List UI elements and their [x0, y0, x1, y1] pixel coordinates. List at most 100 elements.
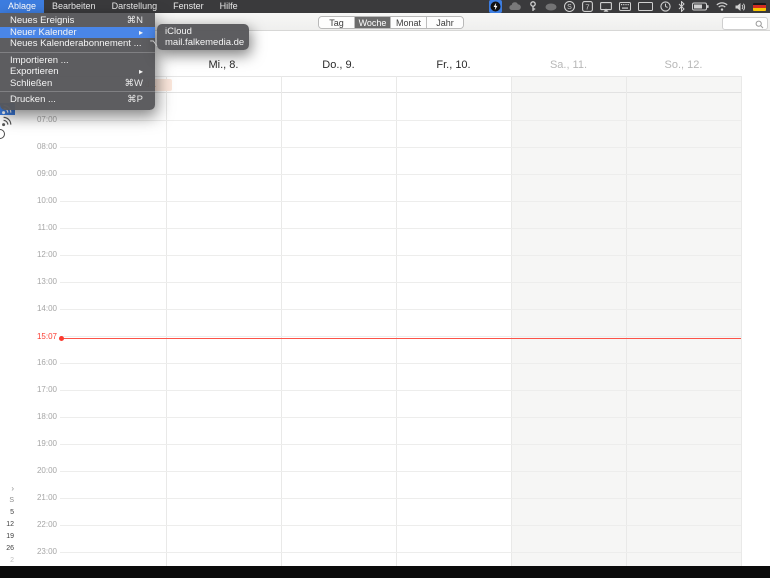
mini-calendar-next-icon[interactable]: › [0, 483, 14, 495]
submenu-item-icloud[interactable]: iCloud [157, 26, 249, 37]
mini-calendar-date[interactable]: 12 [0, 519, 14, 531]
hour-line [60, 282, 741, 283]
submenu-item-falkemedia[interactable]: mail.falkemedia.de [157, 37, 249, 48]
weekend-shading-saturday [511, 77, 626, 566]
time-label: 17:00 [36, 385, 57, 394]
calendar-app-screen: 07:00 08:00 09:00 10:00 11:00 12:00 13:00 14:00… [0, 0, 770, 578]
hour-line [60, 120, 741, 121]
flash-circle-icon[interactable] [489, 0, 502, 13]
day-header-thursday[interactable]: Do., 9. [281, 58, 396, 72]
column-border [626, 76, 627, 566]
menubar-item-hilfe[interactable]: Hilfe [212, 0, 246, 13]
time-label: 13:00 [36, 277, 57, 286]
menu-item-exportieren[interactable]: Exportieren ▸ [0, 66, 155, 78]
view-switcher: Tag Woche Monat Jahr [318, 16, 464, 29]
day-header-sunday[interactable]: So., 12. [626, 58, 741, 72]
menubar-item-darstellung[interactable]: Darstellung [104, 0, 166, 13]
current-time-label: 15:07 [36, 332, 57, 341]
time-label: 18:00 [36, 412, 57, 421]
column-border [166, 76, 167, 566]
time-label: 20:00 [36, 466, 57, 475]
hour-line [60, 498, 741, 499]
time-label: 09:00 [36, 169, 57, 178]
hour-line [60, 174, 741, 175]
bluetooth-icon[interactable] [678, 1, 685, 12]
hour-line [60, 525, 741, 526]
menu-item-drucken[interactable]: Drucken ... ⌘P [0, 94, 155, 106]
submenu-arrow-icon: ▸ [138, 27, 143, 37]
tab-week[interactable]: Woche [355, 17, 391, 28]
shortcut-label: ⌘N [126, 15, 143, 26]
menu-separator [0, 91, 155, 92]
hour-line [60, 390, 741, 391]
input-box-icon[interactable] [638, 2, 653, 11]
menubar-item-ablage[interactable]: Ablage [0, 0, 45, 13]
hour-line [60, 309, 741, 310]
menubar-item-fenster[interactable]: Fenster [165, 0, 212, 13]
bottom-screen-strip [0, 566, 770, 578]
time-label: 11:00 [37, 223, 57, 232]
shortcut-label: ⌘P [127, 94, 143, 105]
tab-day[interactable]: Tag [319, 17, 355, 28]
tab-year[interactable]: Jahr [427, 17, 463, 28]
menubar-status-area: S 7 [489, 0, 766, 13]
menu-item-neuer-kalender[interactable]: Neuer Kalender ▸ [0, 26, 155, 38]
current-time-line [60, 338, 741, 339]
time-label: 08:00 [36, 142, 57, 151]
mini-calendar-date[interactable]: 19 [0, 531, 14, 543]
hour-line [60, 201, 741, 202]
sidebar-calendar-item[interactable] [0, 115, 15, 127]
hour-line [60, 552, 741, 553]
mini-calendar-date[interactable]: S [0, 495, 14, 507]
oval-icon[interactable] [545, 3, 557, 11]
shortcut-label: ⌘W [124, 77, 143, 89]
mini-calendar-date[interactable]: 26 [0, 543, 14, 555]
menubar-item-bearbeiten[interactable]: Bearbeiten [44, 0, 104, 13]
volume-icon[interactable] [735, 2, 746, 12]
skype-icon[interactable]: S [564, 1, 575, 12]
hour-line [60, 255, 741, 256]
current-time-dot [59, 336, 64, 341]
hour-line [60, 147, 741, 148]
battery-icon[interactable] [692, 2, 709, 11]
wifi-icon[interactable] [716, 2, 728, 11]
hour-line [60, 228, 741, 229]
tab-month[interactable]: Monat [391, 17, 427, 28]
column-border [396, 76, 397, 566]
day-header-friday[interactable]: Fr., 10. [396, 58, 511, 72]
cloud-icon[interactable] [509, 2, 521, 11]
hour-line [60, 417, 741, 418]
system-menubar: Ablage Bearbeiten Darstellung Fenster Hi… [0, 0, 770, 13]
menu-item-schliessen[interactable]: Schließen ⌘W [0, 78, 155, 90]
mini-calendar-column: › S512192629 [0, 483, 14, 578]
svg-text:S: S [567, 4, 572, 11]
key-icon[interactable] [528, 1, 538, 12]
weekend-shading-sunday [626, 77, 741, 566]
search-input[interactable] [722, 17, 768, 30]
column-border [741, 76, 742, 566]
airplay-display-icon[interactable] [600, 1, 612, 12]
column-border [281, 76, 282, 566]
hour-line [60, 363, 741, 364]
time-label: 19:00 [36, 439, 57, 448]
mini-calendar-date[interactable]: 5 [0, 507, 14, 519]
time-label: 10:00 [36, 196, 57, 205]
day-header-wednesday[interactable]: Mi., 8. [166, 58, 281, 72]
submenu-arrow-icon: ▸ [138, 67, 143, 76]
ablage-dropdown-menu: Neues Ereignis ⌘N Neuer Kalender ▸ Neues… [0, 13, 176, 110]
menu-item-neues-ereignis[interactable]: Neues Ereignis ⌘N [0, 15, 155, 27]
menu-item-importieren[interactable]: Importieren ... [0, 55, 155, 67]
time-machine-clock-icon[interactable] [660, 1, 671, 12]
time-label: 12:00 [36, 250, 57, 259]
german-flag-icon[interactable] [753, 2, 766, 11]
time-label: 16:00 [36, 358, 57, 367]
calendar-day-icon[interactable]: 7 [582, 1, 593, 12]
hour-line [60, 444, 741, 445]
menu-item-neues-kalenderabonnement[interactable]: Neues Kalenderabonnement ... ⌥⌘S [0, 38, 176, 50]
keyboard-icon[interactable] [619, 2, 631, 11]
day-header-saturday[interactable]: Sa., 11. [511, 58, 626, 72]
subscription-broadcast-icon [2, 116, 12, 127]
hour-line [60, 336, 741, 337]
time-label: 14:00 [36, 304, 57, 313]
menu-separator [0, 51, 155, 53]
